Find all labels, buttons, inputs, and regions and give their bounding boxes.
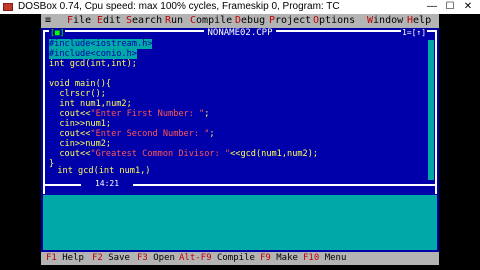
editor-filename: NONAME02.CPP <box>204 28 276 38</box>
status-label: Open <box>153 253 175 263</box>
status-label: Make <box>276 253 298 263</box>
menu-project-label: roject <box>275 15 312 26</box>
menu-edit-label: dit <box>103 15 122 26</box>
status-key: Alt-F9 <box>179 253 212 263</box>
code-line-7[interactable]: int num1,num2; <box>49 99 131 109</box>
menu-bar: ≡ File Edit Search Run Compile Debug Pro… <box>41 14 439 28</box>
message-area <box>43 195 437 250</box>
menu-help[interactable]: Help <box>407 14 431 28</box>
code-text: <<gcd(num1,num2); <box>230 149 319 159</box>
menu-run[interactable]: Run <box>165 14 183 28</box>
code-line-1[interactable]: #include<iostream.h> <box>49 39 153 50</box>
code-line-11[interactable]: cin>>num2; <box>49 139 111 149</box>
menu-project[interactable]: Project <box>269 14 311 28</box>
menu-file[interactable]: File <box>67 14 91 28</box>
editor-window[interactable]: [■] NONAME02.CPP 1=[↑] #include<iostream… <box>43 28 437 188</box>
editor-window-number[interactable]: 1=[↑] <box>401 29 428 37</box>
code-line-12[interactable]: cout<<"Greatest Common Divisor: "<<gcd(n… <box>49 149 318 159</box>
dosbox-app-icon <box>3 3 13 11</box>
menu-window-label: indow <box>373 15 404 26</box>
status-menu[interactable]: F10 Menu <box>303 252 346 265</box>
menu-search-label: earch <box>132 15 163 26</box>
menu-run-label: un <box>171 15 184 26</box>
status-help[interactable]: F1 Help <box>46 252 84 265</box>
menu-help-label: elp <box>413 15 432 26</box>
status-key: F9 <box>260 253 271 263</box>
status-label: Help <box>62 253 84 263</box>
close-button[interactable]: ✕ <box>460 1 476 13</box>
status-open[interactable]: F3 Open <box>137 252 175 265</box>
code-string: "Enter First Number: " <box>90 109 205 119</box>
code-text: ; <box>209 129 215 139</box>
status-compile[interactable]: Alt-F9 Compile <box>179 252 255 265</box>
code-line-10[interactable]: cout<<"Enter Second Number: "; <box>49 129 215 139</box>
status-make[interactable]: F9 Make <box>260 252 298 265</box>
menu-debug[interactable]: Debug <box>235 14 265 28</box>
menu-edit[interactable]: Edit <box>97 14 121 28</box>
code-text: cout<< <box>49 109 91 119</box>
window-title: DOSBox 0.74, Cpu speed: max 100% cycles,… <box>18 1 340 12</box>
status-bar: F1 Help F2 Save F3 Open Alt-F9 Compile F… <box>41 252 439 265</box>
status-key: F10 <box>303 253 320 263</box>
status-label: Compile <box>216 253 255 263</box>
editor-title: NONAME02.CPP <box>45 28 435 38</box>
menu-debug-label: ebug <box>241 15 266 26</box>
code-line-9[interactable]: cin>>num1; <box>49 119 111 129</box>
code-string: "Greatest Common Divisor: " <box>90 149 231 159</box>
minimize-button[interactable]: — <box>424 1 440 13</box>
status-key: F1 <box>46 253 57 263</box>
status-key: F2 <box>92 253 103 263</box>
code-line-3[interactable]: int gcd(int,int); <box>49 59 137 69</box>
status-label: Menu <box>324 253 347 263</box>
code-string: "Enter Second Number: " <box>90 129 210 139</box>
menu-compile[interactable]: Compile <box>190 14 232 28</box>
code-text: cout<< <box>49 129 91 139</box>
menu-file-label: ile <box>73 15 92 26</box>
menu-options-label: ptions <box>319 15 356 26</box>
code-line-8[interactable]: cout<<"Enter First Number: "; <box>49 109 209 119</box>
status-label: Save <box>108 253 130 263</box>
window-title-bar[interactable]: DOSBox 0.74, Cpu speed: max 100% cycles,… <box>0 0 480 14</box>
status-key: F3 <box>137 253 148 263</box>
menu-search[interactable]: Search <box>126 14 162 28</box>
editor-scrollbar[interactable] <box>428 40 434 180</box>
system-menu-icon[interactable]: ≡ <box>45 14 51 28</box>
code-text: cout<< <box>49 149 91 159</box>
code-line-15[interactable]: int gcd(int num1,) <box>47 166 150 176</box>
code-text: ; <box>204 109 210 119</box>
menu-options[interactable]: Options <box>313 14 355 28</box>
code-line-5[interactable]: void main(){ <box>49 79 111 89</box>
menu-compile-label: ompile <box>196 15 233 26</box>
menu-window[interactable]: Window <box>367 14 403 28</box>
code-line-6[interactable]: clrscr(); <box>49 89 106 99</box>
second-window-strip <box>43 186 437 194</box>
code-line-2[interactable]: #include<conio.h> <box>49 49 137 60</box>
maximize-button[interactable]: ☐ <box>442 1 458 13</box>
status-save[interactable]: F2 Save <box>92 252 130 265</box>
